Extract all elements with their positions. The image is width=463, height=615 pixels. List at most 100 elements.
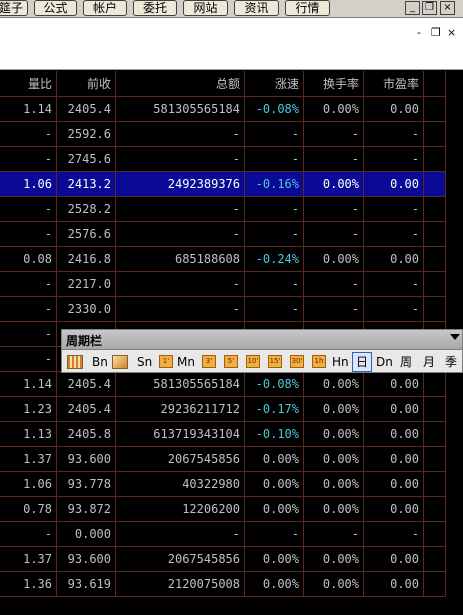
- close-button[interactable]: ×: [440, 1, 455, 15]
- table-row[interactable]: -2592.6- - - -: [0, 122, 463, 147]
- period-week-button[interactable]: 周: [400, 353, 412, 371]
- period-30min-icon[interactable]: 30': [290, 355, 304, 368]
- cell-turnover: -: [304, 222, 364, 247]
- period-sn-button[interactable]: Sn: [137, 353, 152, 371]
- cell-turnover: 0.00%: [304, 572, 364, 597]
- table-row[interactable]: -2330.0- - - -: [0, 297, 463, 322]
- table-row[interactable]: 0.78 93.872 12206200 0.00% 0.00% 0.00: [0, 497, 463, 522]
- cell-total-amount: 685188608: [116, 247, 245, 272]
- sub-close-button[interactable]: ×: [447, 26, 456, 39]
- period-dn-button[interactable]: Dn: [376, 353, 393, 371]
- cell-volume-ratio: 1.14: [0, 372, 57, 397]
- period-bn-button[interactable]: Bn: [92, 353, 108, 371]
- menu-item-0[interactable]: 筵子: [0, 0, 28, 16]
- cell-pe-ratio: 0.00: [364, 397, 424, 422]
- cell-volume-ratio: -: [0, 272, 57, 297]
- cell-turnover: 0.00%: [304, 472, 364, 497]
- cell-extra: [424, 222, 446, 247]
- table-row[interactable]: 0.08 2416.8 685188608 -0.24% 0.00% 0.00: [0, 247, 463, 272]
- cell-volume-ratio: -: [0, 222, 57, 247]
- cell-price-speed: 0.00%: [245, 497, 304, 522]
- period-hn-button[interactable]: Hn: [332, 353, 349, 371]
- table-row[interactable]: 1.14 2405.4 581305565184 -0.08% 0.00% 0.00: [0, 97, 463, 122]
- header-pe-ratio[interactable]: 市盈率: [364, 71, 424, 97]
- minimize-button[interactable]: _: [405, 1, 420, 15]
- period-season-button[interactable]: 季: [445, 353, 457, 371]
- cell-total-amount: -: [116, 122, 245, 147]
- table-row[interactable]: 1.23 2405.4 29236211712 -0.17% 0.00% 0.00: [0, 397, 463, 422]
- period-3min-icon[interactable]: 3': [202, 355, 216, 368]
- header-total-amount[interactable]: 总额: [116, 71, 245, 97]
- cell-pe-ratio: 0.00: [364, 247, 424, 272]
- cell-volume-ratio: 1.06: [0, 472, 57, 497]
- period-10min-icon[interactable]: 10': [246, 355, 260, 368]
- cell-turnover: 0.00%: [304, 372, 364, 397]
- table-row[interactable]: 1.37 93.600 2067545856 0.00% 0.00% 0.00: [0, 547, 463, 572]
- table-row[interactable]: -2528.2- - - -: [0, 197, 463, 222]
- cell-extra: [424, 472, 446, 497]
- toolbar-title: 周期栏: [66, 334, 103, 348]
- table-row[interactable]: 1.06 93.778 40322980 0.00% 0.00% 0.00: [0, 472, 463, 497]
- bar-chart-icon[interactable]: [67, 355, 83, 369]
- cell-price-speed: -0.08%: [245, 372, 304, 397]
- cell-pe-ratio: 0.00: [364, 172, 424, 197]
- sub-minimize-button[interactable]: -: [417, 26, 421, 39]
- period-mn-button[interactable]: Mn: [177, 353, 195, 371]
- cell-prev-close: 93.600: [57, 547, 116, 572]
- cell-volume-ratio: -: [0, 347, 57, 372]
- restore-button[interactable]: ❐: [422, 1, 437, 15]
- period-1min-icon[interactable]: 1': [159, 355, 173, 368]
- cell-turnover: 0.00%: [304, 97, 364, 122]
- toolbar-dropdown-icon[interactable]: [450, 334, 460, 340]
- table-row[interactable]: -0.000- - - -: [0, 522, 463, 547]
- cell-price-speed: -: [245, 272, 304, 297]
- header-turnover[interactable]: 换手率: [304, 71, 364, 97]
- toolbar-titlebar[interactable]: 周期栏: [62, 330, 462, 350]
- header-volume-ratio[interactable]: 量比: [0, 71, 57, 97]
- sub-restore-button[interactable]: ❐: [431, 26, 441, 39]
- cell-volume-ratio: 1.37: [0, 447, 57, 472]
- cell-total-amount: 581305565184: [116, 372, 245, 397]
- menu-item-website[interactable]: 网站: [183, 0, 228, 16]
- cell-prev-close: 2745.6: [57, 147, 116, 172]
- cell-volume-ratio: 1.06: [0, 172, 57, 197]
- cell-volume-ratio: -: [0, 122, 57, 147]
- cell-pe-ratio: 0.00: [364, 572, 424, 597]
- menu-item-formula[interactable]: 公式: [34, 0, 77, 16]
- cell-extra: [424, 247, 446, 272]
- period-5min-icon[interactable]: 5': [224, 355, 238, 368]
- cell-price-speed: -: [245, 197, 304, 222]
- cell-extra: [424, 97, 446, 122]
- table-row[interactable]: 1.36 93.619 2120075008 0.00% 0.00% 0.00: [0, 572, 463, 597]
- menu-item-account[interactable]: 帐户: [83, 0, 127, 16]
- period-15min-icon[interactable]: 15': [268, 355, 282, 368]
- table-row[interactable]: 1.06 2413.2 2492389376 -0.16% 0.00% 0.00: [0, 172, 463, 197]
- cell-extra: [424, 397, 446, 422]
- table-row[interactable]: -2745.6- - - -: [0, 147, 463, 172]
- period-1hour-icon[interactable]: 1h: [312, 355, 326, 368]
- table-row[interactable]: -2576.6- - - -: [0, 222, 463, 247]
- cell-price-speed: -0.08%: [245, 97, 304, 122]
- cell-prev-close: 0.000: [57, 522, 116, 547]
- cell-extra: [424, 122, 446, 147]
- menu-item-order[interactable]: 委托: [133, 0, 177, 16]
- cell-price-speed: 0.00%: [245, 447, 304, 472]
- period-day-button[interactable]: 日: [356, 353, 368, 371]
- header-price-speed[interactable]: 涨速: [245, 71, 304, 97]
- table-row[interactable]: 1.37 93.600 2067545856 0.00% 0.00% 0.00: [0, 447, 463, 472]
- cell-turnover: -: [304, 197, 364, 222]
- cell-volume-ratio: -: [0, 197, 57, 222]
- header-prev-close[interactable]: 前收: [57, 71, 116, 97]
- period-month-button[interactable]: 月: [423, 353, 435, 371]
- menu-item-news[interactable]: 资讯: [234, 0, 279, 16]
- table-row[interactable]: -2217.0- - - -: [0, 272, 463, 297]
- table-row[interactable]: 1.13 2405.8 613719343104 -0.10% 0.00% 0.00: [0, 422, 463, 447]
- cell-extra: [424, 197, 446, 222]
- cell-prev-close: 2330.0: [57, 297, 116, 322]
- table-row[interactable]: 1.14 2405.4 581305565184 -0.08% 0.00% 0.00: [0, 372, 463, 397]
- menu-item-quotes[interactable]: 行情: [285, 0, 330, 16]
- cell-volume-ratio: -: [0, 522, 57, 547]
- tick-chart-icon[interactable]: [112, 355, 128, 369]
- cell-turnover: 0.00%: [304, 497, 364, 522]
- title-panel: - ❐ ×: [0, 18, 463, 70]
